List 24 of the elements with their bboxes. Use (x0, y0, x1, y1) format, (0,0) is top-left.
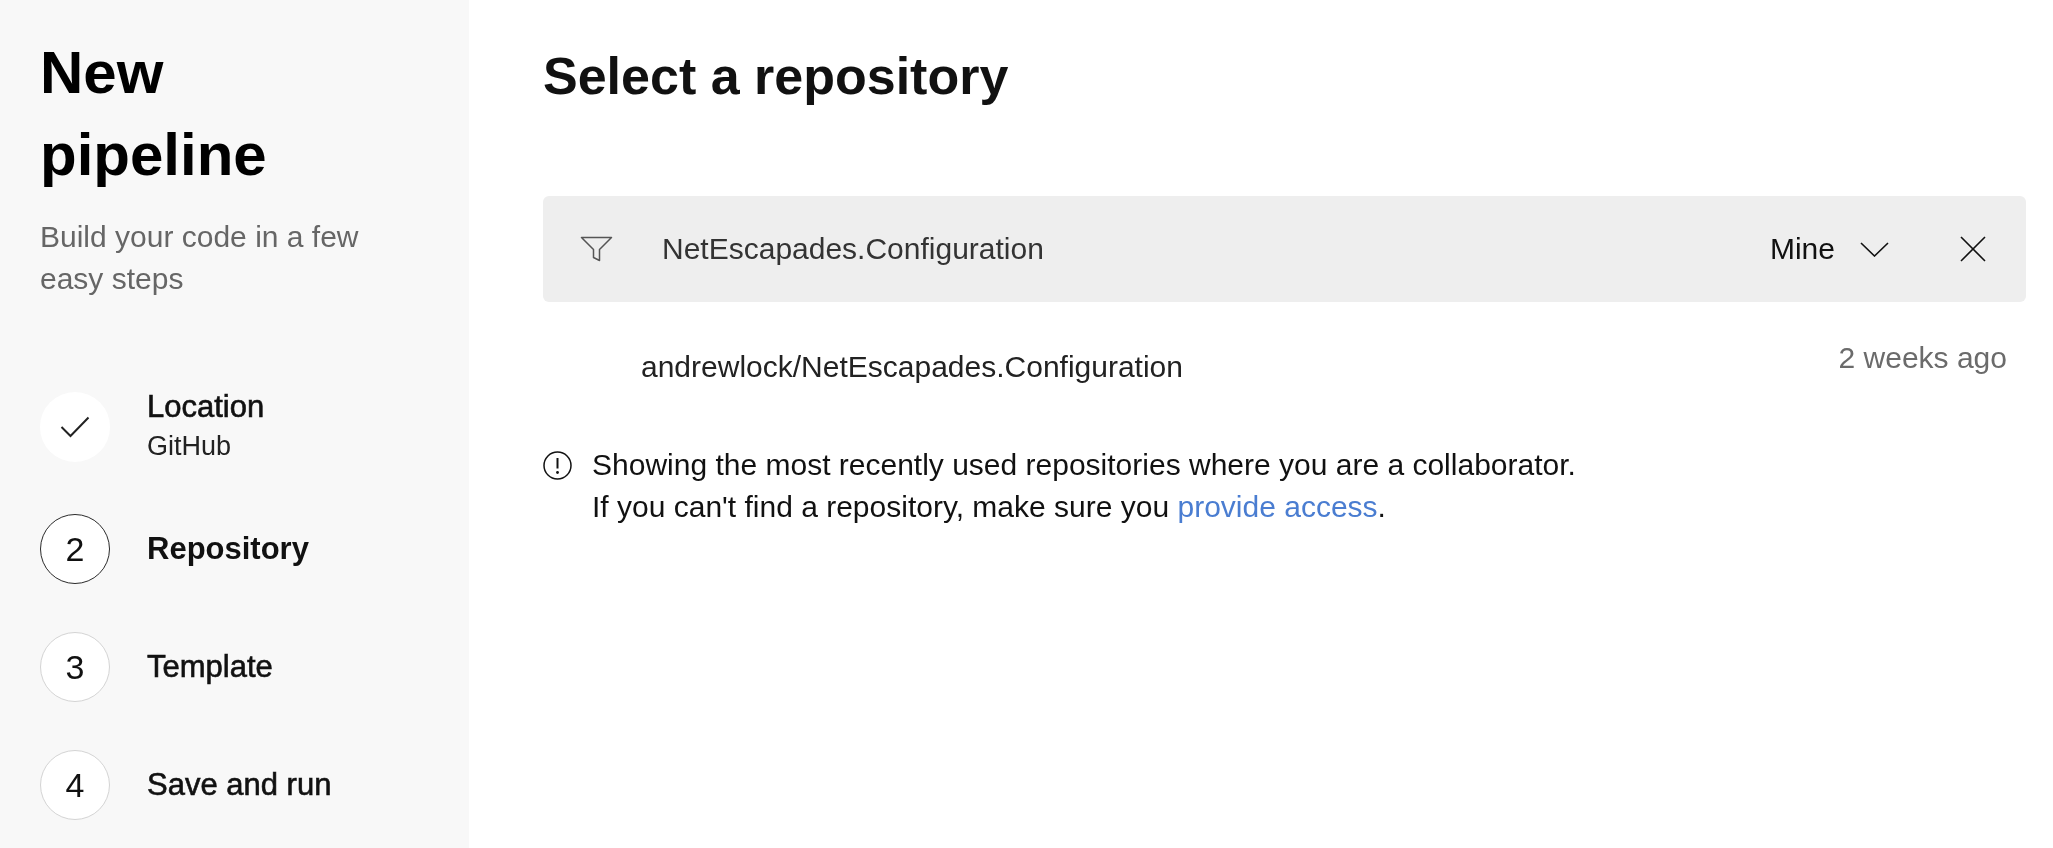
step-detail: GitHub (147, 430, 232, 463)
filter-input[interactable]: NetEscapades.Configuration (662, 228, 1730, 270)
access-hint: If you can't find a repository, make sure you provide access. (592, 489, 1386, 525)
step-label: Location (147, 388, 265, 426)
chevron-down-icon (1860, 241, 1889, 257)
scope-dropdown[interactable]: Mine (1769, 229, 1889, 269)
filter-field[interactable]: NetEscapades.Configuration Mine (543, 196, 2026, 302)
step-number: 3 (40, 632, 110, 702)
clear-filter-button[interactable] (1960, 236, 1986, 262)
page-subtitle: Build your code in a few easy steps (40, 219, 360, 297)
step-number: 2 (40, 514, 110, 584)
info-message: Showing the most recently used repositories where you are a collaborator. (592, 447, 1576, 483)
step-number: 4 (40, 750, 110, 820)
info-icon (543, 451, 572, 480)
filter-icon (580, 236, 613, 262)
step-label: Repository (147, 530, 309, 568)
repository-name[interactable]: andrewlock/NetEscapades.Configuration (641, 347, 1183, 387)
step-label: Template (147, 648, 273, 686)
step-label: Save and run (147, 766, 332, 804)
provide-access-link[interactable]: provide access (1177, 490, 1378, 523)
section-title: Select a repository (543, 46, 1009, 107)
page-title: New pipeline (40, 38, 268, 190)
repository-updated-time: 2 weeks ago (1838, 340, 2007, 376)
close-icon (1960, 236, 1986, 262)
